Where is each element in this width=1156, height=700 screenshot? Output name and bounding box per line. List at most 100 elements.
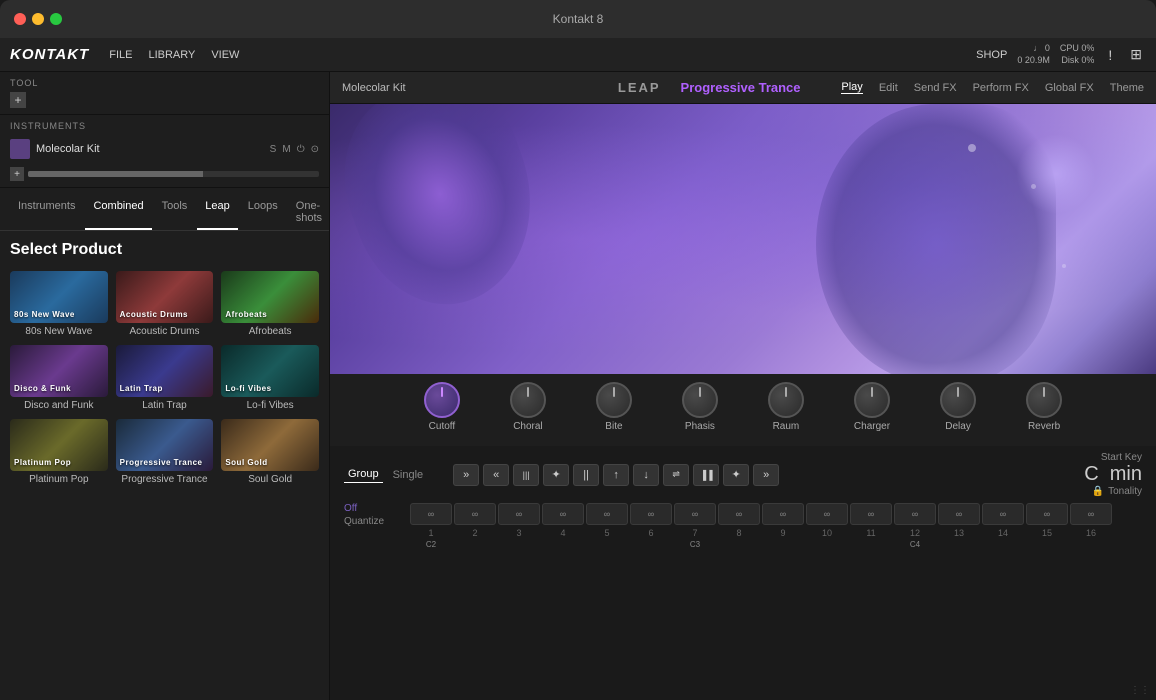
phasis-knob[interactable] (682, 382, 718, 418)
step-num-3: 3 (498, 528, 540, 538)
menu-items: FILE LIBRARY VIEW (109, 49, 239, 61)
seq-group-button[interactable]: Group (344, 466, 383, 483)
product-thumb-acoustic: Acoustic Drums (116, 271, 214, 323)
seq-step-14[interactable]: ∞ (982, 503, 1024, 525)
close-button[interactable] (14, 13, 26, 25)
nav-play[interactable]: Play (841, 81, 862, 94)
tab-instruments[interactable]: Instruments (10, 196, 83, 230)
seq-step-11[interactable]: ∞ (850, 503, 892, 525)
instrument-add-button[interactable]: + (10, 167, 24, 181)
product-disco-funk[interactable]: Disco & Funk Disco and Funk (10, 345, 108, 411)
nav-tabs: Instruments Combined Tools Leap Loops On… (0, 188, 329, 231)
seq-up-btn[interactable]: ↑ (603, 464, 629, 486)
tab-oneshots[interactable]: One-shots (288, 196, 330, 230)
product-thumb-soul: Soul Gold (221, 419, 319, 471)
seq-bars-btn[interactable]: ||| (513, 464, 539, 486)
product-progressive-trance[interactable]: Progressive Trance Progressive Trance (116, 419, 214, 485)
minimize-button[interactable] (32, 13, 44, 25)
step-icon-11: ∞ (868, 509, 874, 519)
seq-step-8[interactable]: ∞ (718, 503, 760, 525)
menu-library[interactable]: LIBRARY (148, 49, 195, 61)
solo-button[interactable]: S (270, 144, 277, 155)
knob-charger: Charger (854, 382, 890, 432)
instrument-header-name: Molecolar Kit (342, 82, 406, 94)
menu-file[interactable]: FILE (109, 49, 132, 61)
seq-step-3[interactable]: ∞ (498, 503, 540, 525)
mute-button[interactable]: M (282, 144, 290, 155)
step-icon-7: ∞ (692, 509, 698, 519)
seq-star2-btn[interactable]: ✦ (723, 464, 749, 486)
window-controls[interactable] (14, 13, 62, 25)
step-num-6: 6 (630, 528, 672, 538)
charger-knob[interactable] (854, 382, 890, 418)
product-lofi-vibes[interactable]: Lo-fi Vibes Lo-fi Vibes (221, 345, 319, 411)
settings-icon[interactable]: ⊞ (1126, 44, 1146, 65)
marker-c3: C3 (674, 540, 716, 549)
marker-spacer-13 (1070, 540, 1112, 549)
seq-step-15[interactable]: ∞ (1026, 503, 1068, 525)
seq-step-2[interactable]: ∞ (454, 503, 496, 525)
seq-step-16[interactable]: ∞ (1070, 503, 1112, 525)
seq-swap-btn[interactable]: ⇌ (663, 464, 689, 486)
power-icon[interactable]: ⏻ (297, 144, 305, 155)
nav-theme[interactable]: Theme (1110, 82, 1144, 94)
product-latin-trap[interactable]: Latin Trap Latin Trap (116, 345, 214, 411)
seq-step-4[interactable]: ∞ (542, 503, 584, 525)
reverb-label: Reverb (1028, 421, 1060, 432)
title-bar: Kontakt 8 (0, 0, 1156, 38)
seq-end-btn[interactable]: » (753, 464, 779, 486)
instrument-nav: LEAPProgressive Trance Play Edit Send FX… (618, 79, 1144, 97)
product-soul-gold[interactable]: Soul Gold Soul Gold (221, 419, 319, 485)
menu-view[interactable]: VIEW (211, 49, 239, 61)
seq-step-5[interactable]: ∞ (586, 503, 628, 525)
product-platinum-pop[interactable]: Platinum Pop Platinum Pop (10, 419, 108, 485)
step-num-2: 2 (454, 528, 496, 538)
seq-forward-btn[interactable]: » (453, 464, 479, 486)
step-icon-15: ∞ (1044, 509, 1050, 519)
charger-label: Charger (854, 421, 890, 432)
cutoff-knob[interactable] (424, 382, 460, 418)
knob-raum: Raum (768, 382, 804, 432)
seq-down-btn[interactable]: ↓ (633, 464, 659, 486)
raum-knob[interactable] (768, 382, 804, 418)
seq-back-btn[interactable]: « (483, 464, 509, 486)
seq-step-6[interactable]: ∞ (630, 503, 672, 525)
seq-step-12[interactable]: ∞ (894, 503, 936, 525)
instruments-label: INSTRUMENTS (10, 121, 319, 131)
bite-knob[interactable] (596, 382, 632, 418)
choral-knob[interactable] (510, 382, 546, 418)
seq-step-13[interactable]: ∞ (938, 503, 980, 525)
nav-edit[interactable]: Edit (879, 82, 898, 94)
resize-handle[interactable]: ⋮⋮ (1130, 685, 1150, 696)
seq-single-button[interactable]: Single (389, 467, 428, 483)
bite-label: Bite (605, 421, 622, 432)
settings-icon-sm[interactable]: ⊙ (311, 144, 319, 155)
product-80s-new-wave[interactable]: 80s New Wave 80s New Wave (10, 271, 108, 337)
reverb-knob[interactable] (1026, 382, 1062, 418)
tab-leap[interactable]: Leap (197, 196, 237, 230)
nav-perform-fx[interactable]: Perform FX (973, 82, 1029, 94)
step-num-8: 8 (718, 528, 760, 538)
seq-star-btn[interactable]: ✦ (543, 464, 569, 486)
tab-combined[interactable]: Combined (85, 196, 151, 230)
seq-step-7[interactable]: ∞ (674, 503, 716, 525)
product-afrobeats[interactable]: Afrobeats Afrobeats (221, 271, 319, 337)
seq-step-10[interactable]: ∞ (806, 503, 848, 525)
seq-step-1[interactable]: ∞ (410, 503, 452, 525)
product-acoustic-drums[interactable]: Acoustic Drums Acoustic Drums (116, 271, 214, 337)
tab-loops[interactable]: Loops (240, 196, 286, 230)
instrument-row: Molecolar Kit S M ⏻ ⊙ (10, 135, 319, 163)
seq-step-9[interactable]: ∞ (762, 503, 804, 525)
alert-icon[interactable]: ! (1104, 45, 1116, 65)
maximize-button[interactable] (50, 13, 62, 25)
shop-button[interactable]: SHOP (976, 49, 1007, 61)
nav-send-fx[interactable]: Send FX (914, 82, 957, 94)
tool-add-button[interactable]: + (10, 92, 26, 108)
seq-split-btn[interactable]: ▐▐ (693, 464, 719, 486)
step-num-12: 12 (894, 528, 936, 538)
seq-pause-btn[interactable]: || (573, 464, 599, 486)
nav-global-fx[interactable]: Global FX (1045, 82, 1094, 94)
delay-knob[interactable] (940, 382, 976, 418)
tab-tools[interactable]: Tools (154, 196, 196, 230)
seq-marker-row: C2 C3 C4 (410, 540, 1142, 549)
